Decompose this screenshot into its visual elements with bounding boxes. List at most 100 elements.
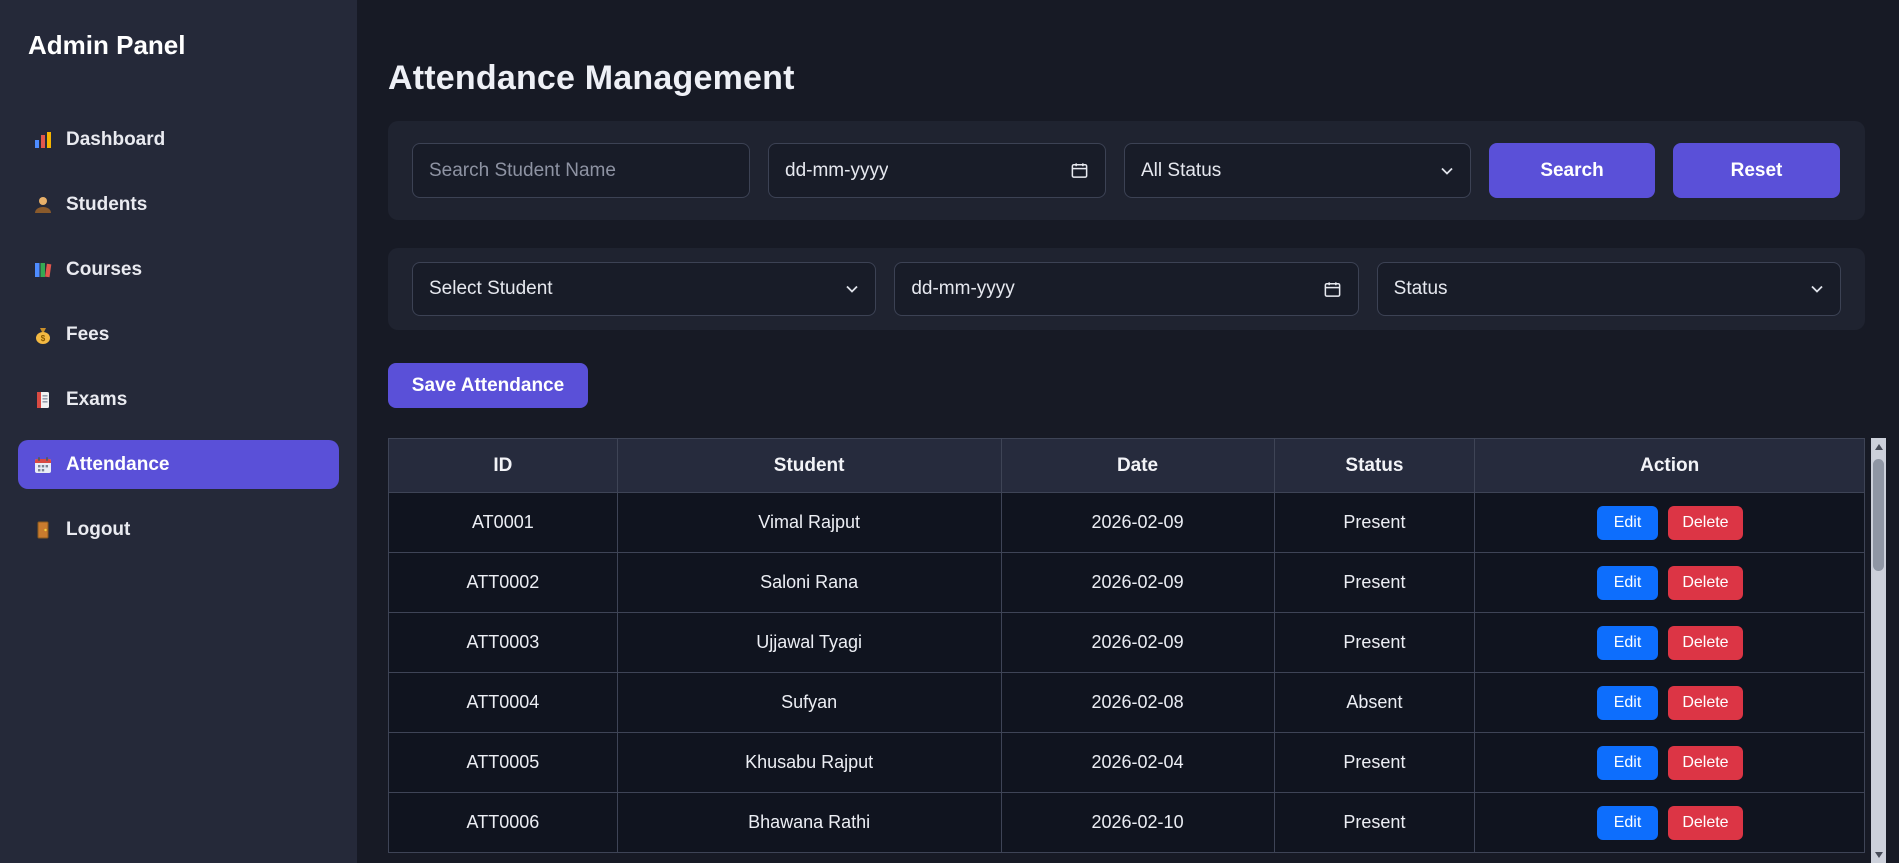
table-header-row: ID Student Date Status Action [388, 438, 1865, 493]
cell-student: Sufyan [616, 672, 1002, 733]
status-filter-select[interactable]: All Status [1124, 143, 1471, 198]
cell-student: Saloni Rana [616, 552, 1002, 613]
attendance-table-body: AT0001 Vimal Rajput 2026-02-09 Present Edit D… [388, 492, 1865, 853]
scrollbar-down-button[interactable] [1871, 846, 1886, 863]
sidebar-nav: Dashboard Students Courses $ Fees Exams Attend… [0, 115, 357, 570]
delete-button[interactable]: Delete [1668, 805, 1743, 840]
sidebar: Admin Panel Dashboard Students Courses $ Fee… [0, 0, 357, 863]
calendar-icon [1070, 161, 1089, 180]
cell-action: Edit Delete [1474, 492, 1865, 553]
dashboard-icon [33, 130, 53, 150]
col-header-action: Action [1474, 438, 1865, 493]
cell-id: AT0001 [388, 492, 618, 553]
cell-student: Khusabu Rajput [616, 732, 1002, 793]
cell-date: 2026-02-09 [1000, 552, 1275, 613]
calendar-icon [1323, 280, 1342, 299]
col-header-student: Student [616, 438, 1002, 493]
sidebar-item-fees[interactable]: $ Fees [18, 310, 339, 359]
search-date-input[interactable]: dd-mm-yyyy [768, 143, 1106, 198]
search-button[interactable]: Search [1489, 143, 1655, 198]
edit-button[interactable]: Edit [1596, 805, 1659, 840]
cell-action: Edit Delete [1474, 792, 1865, 853]
cell-student: Vimal Rajput [616, 492, 1002, 553]
logout-icon [33, 520, 53, 540]
app-title: Admin Panel [28, 30, 186, 60]
table-row: ATT0004 Sufyan 2026-02-08 Absent Edit Delete [388, 672, 1865, 733]
cell-date: 2026-02-08 [1000, 672, 1275, 733]
cell-action: Edit Delete [1474, 732, 1865, 793]
col-header-status: Status [1273, 438, 1476, 493]
sidebar-item-students[interactable]: Students [18, 180, 339, 229]
sidebar-item-logout[interactable]: Logout [18, 505, 339, 554]
student-select-value: Select Student [429, 278, 553, 299]
cell-student: Bhawana Rathi [616, 792, 1002, 853]
fees-icon: $ [33, 325, 53, 345]
delete-button[interactable]: Delete [1668, 745, 1743, 780]
chevron-down-icon [845, 282, 859, 296]
chevron-down-icon [1810, 282, 1824, 296]
sidebar-item-courses[interactable]: Courses [18, 245, 339, 294]
delete-button[interactable]: Delete [1668, 505, 1743, 540]
cell-status: Present [1273, 552, 1476, 613]
main-content: Attendance Management dd-mm-yyyy All Sta… [357, 0, 1899, 863]
reset-button[interactable]: Reset [1673, 143, 1840, 198]
save-attendance-button[interactable]: Save Attendance [388, 363, 588, 408]
cell-id: ATT0003 [388, 612, 618, 673]
scrollbar-up-button[interactable] [1871, 438, 1886, 455]
sidebar-item-label: Courses [66, 258, 143, 280]
cell-id: ATT0006 [388, 792, 618, 853]
cell-status: Present [1273, 732, 1476, 793]
student-select[interactable]: Select Student [412, 262, 877, 316]
cell-date: 2026-02-10 [1000, 792, 1275, 853]
students-icon [33, 195, 53, 215]
attendance-date-value: dd-mm-yyyy [911, 278, 1015, 299]
attendance-table-wrap: ID Student Date Status Action AT0001 Vima… [388, 438, 1865, 863]
cell-action: Edit Delete [1474, 672, 1865, 733]
edit-button[interactable]: Edit [1596, 685, 1659, 720]
cell-id: ATT0002 [388, 552, 618, 613]
cell-status: Present [1273, 792, 1476, 853]
status-filter-value: All Status [1141, 159, 1222, 181]
delete-button[interactable]: Delete [1668, 685, 1743, 720]
attendance-status-value: Status [1393, 278, 1448, 299]
scrollbar-thumb[interactable] [1873, 459, 1884, 571]
col-header-date: Date [1000, 438, 1275, 493]
edit-button[interactable]: Edit [1596, 745, 1659, 780]
sidebar-item-exams[interactable]: Exams [18, 375, 339, 424]
table-row: ATT0003 Ujjawal Tyagi 2026-02-09 Present Edi… [388, 612, 1865, 673]
cell-status: Present [1273, 612, 1476, 673]
edit-button[interactable]: Edit [1596, 505, 1659, 540]
svg-text:$: $ [41, 334, 46, 343]
cell-action: Edit Delete [1474, 612, 1865, 673]
attendance-icon [33, 455, 53, 475]
edit-button[interactable]: Edit [1596, 625, 1659, 660]
sidebar-item-attendance[interactable]: Attendance [18, 440, 339, 489]
sidebar-item-label: Students [66, 193, 148, 215]
delete-button[interactable]: Delete [1668, 625, 1743, 660]
sidebar-item-label: Dashboard [66, 128, 166, 150]
col-header-id: ID [388, 438, 618, 493]
table-row: ATT0002 Saloni Rana 2026-02-09 Present Edit D… [388, 552, 1865, 613]
edit-button[interactable]: Edit [1596, 565, 1659, 600]
courses-icon [33, 260, 53, 280]
search-filter-bar: dd-mm-yyyy All Status Search Reset [388, 121, 1865, 220]
table-row: ATT0006 Bhawana Rathi 2026-02-10 Present Edi… [388, 792, 1865, 853]
table-row: AT0001 Vimal Rajput 2026-02-09 Present Edit D… [388, 492, 1865, 553]
chevron-down-icon [1440, 164, 1454, 178]
cell-date: 2026-02-09 [1000, 612, 1275, 673]
mark-attendance-bar: Select Student dd-mm-yyyy Status [388, 248, 1865, 330]
cell-student: Ujjawal Tyagi [616, 612, 1002, 673]
table-row: ATT0005 Khusabu Rajput 2026-02-04 Present Ed… [388, 732, 1865, 793]
sidebar-item-label: Exams [66, 388, 128, 410]
cell-id: ATT0005 [388, 732, 618, 793]
attendance-status-select[interactable]: Status [1376, 262, 1841, 316]
sidebar-item-dashboard[interactable]: Dashboard [18, 115, 339, 164]
search-date-value: dd-mm-yyyy [785, 159, 889, 181]
attendance-date-input[interactable]: dd-mm-yyyy [894, 262, 1359, 316]
sidebar-item-label: Fees [66, 323, 110, 345]
table-scrollbar[interactable] [1871, 438, 1886, 863]
cell-date: 2026-02-04 [1000, 732, 1275, 793]
delete-button[interactable]: Delete [1668, 565, 1743, 600]
search-student-input[interactable] [412, 143, 750, 198]
cell-action: Edit Delete [1474, 552, 1865, 613]
